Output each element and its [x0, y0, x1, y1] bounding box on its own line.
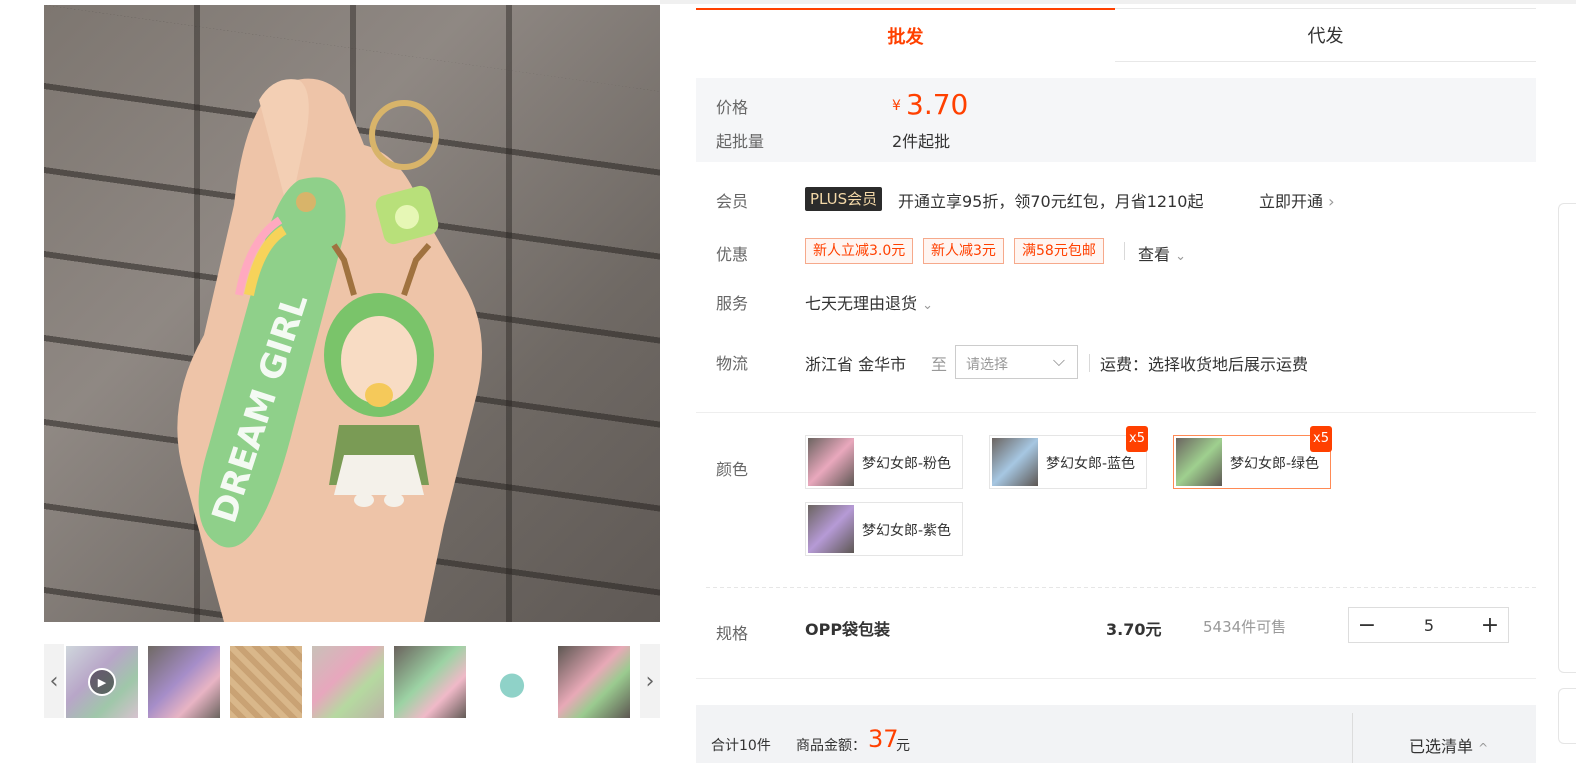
side-toolbar[interactable]	[1558, 203, 1576, 673]
quantity-input[interactable]	[1389, 611, 1469, 639]
spec-price: 3.70元	[1106, 620, 1162, 639]
view-coupons-button[interactable]: 查看 ⌄	[1138, 241, 1186, 265]
chevron-down-icon: ⌄	[1175, 249, 1187, 264]
divider	[1089, 354, 1090, 372]
chevron-up-icon: ^	[1478, 741, 1489, 755]
play-icon: ▶	[88, 668, 116, 696]
thumbnail[interactable]	[476, 646, 548, 718]
open-membership-link[interactable]: 立即开通 ›	[1259, 188, 1335, 212]
price-value: 3.70	[906, 88, 969, 121]
thumbnail[interactable]	[558, 646, 630, 718]
color-option-label: 梦幻女郎-紫色	[862, 523, 952, 539]
spec-stock: 5434件可售	[1203, 618, 1287, 636]
currency-symbol: ¥	[892, 98, 901, 114]
divider	[696, 412, 1536, 413]
quantity-stepper: − +	[1348, 607, 1509, 643]
price-box: 价格 ¥ 3.70 起批量 2件起批	[696, 78, 1536, 162]
coupon-free-shipping[interactable]: 满58元包邮	[1014, 238, 1104, 264]
purchase-mode-tabs: 批发 代发	[696, 8, 1536, 62]
member-label: 会员	[716, 192, 749, 211]
plus-member-badge: PLUS会员	[805, 187, 883, 211]
keychain-photo: DREAM GIRL	[177, 78, 482, 622]
chevron-down-icon: ⌄	[922, 298, 934, 313]
decrease-button[interactable]: −	[1349, 608, 1385, 642]
selected-list-label: 已选清单	[1409, 737, 1474, 756]
moq-label: 起批量	[716, 132, 765, 151]
total-count: 合计10件	[711, 738, 771, 754]
thumbnail[interactable]	[312, 646, 384, 718]
service-dropdown[interactable]: 七天无理由退货 ⌄	[805, 290, 933, 314]
freight-info: 运费：选择收货地后展示运费	[1100, 355, 1309, 374]
thumbnail[interactable]	[230, 646, 302, 718]
color-swatch-image	[992, 438, 1038, 486]
moq-value: 2件起批	[892, 132, 951, 151]
thumb-next-button[interactable]: ›	[640, 644, 660, 718]
destination-placeholder: 请选择	[966, 357, 1008, 373]
service-label: 服务	[716, 294, 749, 313]
color-option-label: 梦幻女郎-绿色	[1230, 456, 1320, 472]
ship-to-label: 至	[931, 355, 948, 374]
divider	[696, 678, 1536, 679]
thumbnail-strip: ‹ ▶ ›	[44, 644, 660, 718]
increase-button[interactable]: +	[1472, 608, 1508, 642]
logistics-label: 物流	[716, 354, 749, 373]
thumbnail-video[interactable]: ▶	[66, 646, 138, 718]
top-border	[660, 0, 1576, 4]
side-toolbar-button[interactable]	[1558, 688, 1576, 744]
divider	[1124, 242, 1125, 260]
plus-member-text: 开通立享95折，领70元红包，月省1210起	[898, 192, 1204, 211]
color-swatch-image	[1176, 438, 1222, 486]
ship-from: 浙江省 金华市	[805, 355, 907, 374]
price-label: 价格	[716, 98, 749, 117]
color-label: 颜色	[716, 460, 749, 479]
thumbnail[interactable]	[394, 646, 466, 718]
view-coupons-label: 查看	[1138, 245, 1171, 264]
spec-label: 规格	[716, 624, 749, 643]
service-value: 七天无理由退货	[805, 294, 918, 313]
selected-qty-badge: x5	[1126, 426, 1148, 452]
color-option-purple[interactable]: 梦幻女郎-紫色	[805, 502, 963, 556]
tab-wholesale[interactable]: 批发	[696, 8, 1115, 62]
destination-select[interactable]: 请选择 ⌵	[955, 345, 1078, 379]
color-option-label: 梦幻女郎-蓝色	[1046, 456, 1136, 472]
tab-dropship[interactable]: 代发	[1115, 8, 1536, 62]
color-swatch-image	[808, 505, 854, 553]
spec-name: OPP袋包装	[805, 620, 891, 639]
coupon-new-user-3-off[interactable]: 新人减3元	[923, 238, 1004, 264]
color-swatch-image	[808, 438, 854, 486]
amount-label: 商品金额：	[796, 738, 866, 754]
selected-qty-badge: x5	[1310, 426, 1332, 452]
open-membership-label: 立即开通	[1259, 192, 1324, 211]
thumbnail[interactable]	[148, 646, 220, 718]
amount-unit: 元	[896, 738, 910, 754]
order-summary-bar: 合计10件 商品金额： 37 元 已选清单 ^	[696, 705, 1536, 763]
product-main-image[interactable]: DREAM GIRL	[44, 5, 660, 622]
chevron-right-icon: ›	[1328, 192, 1335, 211]
total-amount: 37	[868, 725, 899, 753]
dashed-divider	[706, 587, 1536, 588]
discount-label: 优惠	[716, 245, 749, 264]
coupon-new-user-3[interactable]: 新人立减3.0元	[805, 238, 914, 264]
color-option-blue[interactable]: 梦幻女郎-蓝色 x5	[989, 426, 1148, 489]
chevron-down-icon: ⌵	[1052, 351, 1065, 370]
divider	[1352, 713, 1353, 763]
color-option-label: 梦幻女郎-粉色	[862, 456, 952, 472]
color-option-green[interactable]: 梦幻女郎-绿色 x5	[1173, 426, 1332, 489]
thumb-prev-button[interactable]: ‹	[44, 644, 64, 718]
color-option-pink[interactable]: 梦幻女郎-粉色	[805, 435, 963, 489]
selected-list-toggle[interactable]: 已选清单 ^	[1409, 733, 1488, 757]
